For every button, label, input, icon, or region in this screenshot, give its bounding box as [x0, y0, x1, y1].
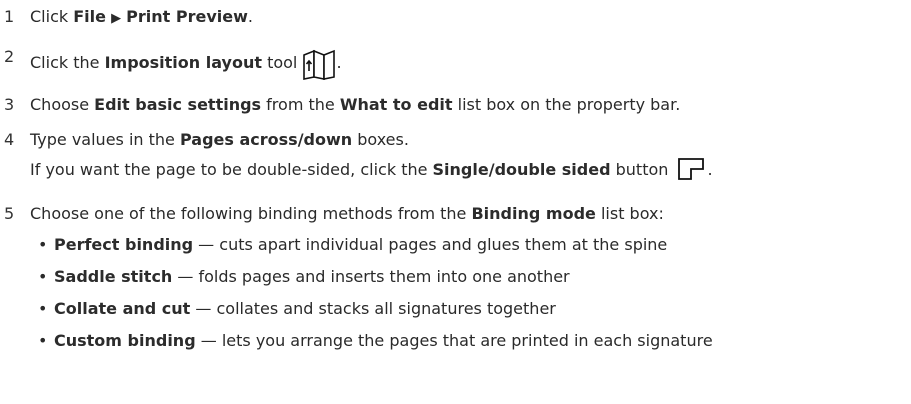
menu-file: File: [73, 7, 106, 26]
bullet-desc: — cuts apart individual pages and glues …: [193, 235, 668, 254]
step-text-plain: Choose: [30, 95, 95, 114]
procedure-steps: 1 Click File ▶ Print Preview. 2 Click th…: [0, 0, 911, 404]
listbox-binding-mode: Binding mode: [471, 204, 596, 223]
step-number: 5: [4, 204, 15, 223]
step-text: Type values in the Pages across/down box…: [30, 126, 409, 154]
bullet-term: Perfect binding: [54, 235, 194, 254]
tool-imposition-layout: Imposition layout: [104, 53, 262, 72]
option-edit-basic-settings: Edit basic settings: [94, 95, 262, 114]
step-number: 3: [4, 95, 15, 114]
bullet-item: • Saddle stitch — folds pages and inserts…: [38, 264, 570, 290]
bullet-term: Custom binding: [54, 331, 196, 350]
step-number: 4: [4, 130, 15, 149]
submenu-arrow-icon: ▶: [111, 11, 122, 26]
imposition-layout-icon: [302, 49, 336, 90]
step-text-plain: Type values in the: [30, 130, 180, 149]
step-text-end: list box:: [595, 204, 664, 223]
menu-print-preview: Print Preview: [126, 7, 248, 26]
step-text-end: .: [247, 7, 253, 26]
step-4: 4 Type values in the Pages across/down b…: [0, 126, 911, 154]
note-text-end: .: [707, 160, 713, 179]
step-text: Choose Edit basic settings from the What…: [30, 91, 680, 119]
bullet-item: • Custom binding — lets you arrange the p…: [38, 328, 713, 354]
step-number: 1: [4, 7, 15, 26]
bullet-icon: •: [38, 267, 48, 286]
step-text: Choose one of the following binding meth…: [30, 200, 664, 228]
note-text: If you want the page to be double-sided,…: [30, 160, 433, 179]
step-text-end: list box on the property bar.: [452, 95, 681, 114]
single-double-sided-icon: [677, 157, 707, 190]
step-text: Click File ▶ Print Preview.: [30, 3, 253, 33]
bullet-item: • Collate and cut — collates and stacks a…: [38, 296, 556, 322]
bullet-icon: •: [38, 331, 48, 350]
button-single-double-sided: Single/double sided: [432, 160, 611, 179]
bullet-desc: — lets you arrange the pages that are pr…: [195, 331, 713, 350]
step-text-plain: Choose one of the following binding meth…: [30, 204, 472, 223]
step-text-end: boxes.: [352, 130, 409, 149]
listbox-what-to-edit: What to edit: [339, 95, 453, 114]
bullet-desc: — collates and stacks all signatures tog…: [190, 299, 556, 318]
step-number: 2: [4, 47, 15, 66]
step-3: 3 Choose Edit basic settings from the Wh…: [0, 91, 911, 119]
step-text-plain: from the: [261, 95, 340, 114]
bullet-term: Collate and cut: [54, 299, 191, 318]
step-4-note: If you want the page to be double-sided,…: [30, 154, 713, 182]
step-text-plain: Click: [30, 7, 74, 26]
bullet-term: Saddle stitch: [54, 267, 173, 286]
step-text: Click the Imposition layout tool .: [30, 43, 342, 84]
bullet-desc: — folds pages and inserts them into one …: [172, 267, 570, 286]
note-text: button: [610, 160, 669, 179]
step-5: 5 Choose one of the following binding me…: [0, 200, 911, 228]
bullet-icon: •: [38, 235, 48, 254]
step-text-plain: tool: [261, 53, 298, 72]
step-text-plain: Click the: [30, 53, 105, 72]
bullet-icon: •: [38, 299, 48, 318]
step-1: 1 Click File ▶ Print Preview.: [0, 3, 911, 31]
boxes-pages-across-down: Pages across/down: [179, 130, 353, 149]
step-2: 2 Click the Imposition layout tool .: [0, 43, 911, 80]
step-text-end: .: [336, 53, 342, 72]
bullet-item: • Perfect binding — cuts apart individual…: [38, 232, 667, 258]
